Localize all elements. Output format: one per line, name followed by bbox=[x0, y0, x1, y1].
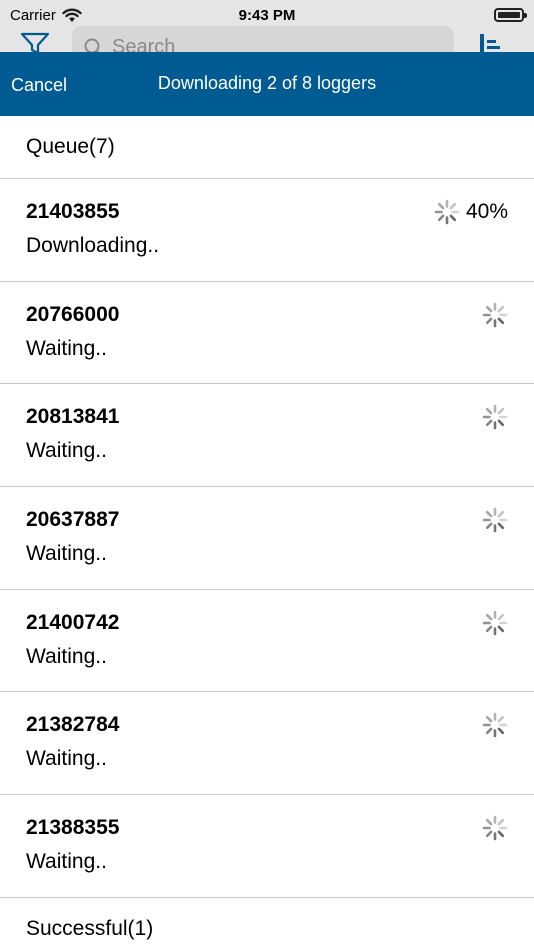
logger-id: 20637887 bbox=[26, 508, 120, 532]
battery-icon bbox=[494, 8, 527, 22]
logger-status: Waiting.. bbox=[26, 542, 107, 566]
logger-status: Downloading.. bbox=[26, 234, 160, 257]
logger-id: 21388355 bbox=[26, 816, 120, 840]
logger-id: 20766000 bbox=[26, 302, 120, 326]
logger-id: 21400742 bbox=[26, 610, 120, 634]
background-search-bar: Search bbox=[0, 24, 534, 54]
nav-title: Downloading 2 of 8 loggers bbox=[157, 73, 377, 93]
spinner-icon bbox=[482, 815, 508, 841]
queue-row[interactable]: 20766000 Waiting.. bbox=[0, 281, 534, 385]
logger-status: Waiting.. bbox=[26, 747, 107, 771]
wifi-icon bbox=[62, 8, 82, 22]
successful-section-header: Successful(1) bbox=[0, 897, 534, 950]
download-nav-bar: Cancel Downloading 2 of 8 loggers bbox=[0, 52, 534, 116]
download-list: Queue(7) 21403855 Downloading.. 40% 2076… bbox=[0, 116, 534, 950]
spinner-icon bbox=[482, 405, 508, 430]
spinner-icon bbox=[482, 713, 508, 738]
spinner-icon bbox=[482, 302, 508, 327]
logger-id: 20813841 bbox=[26, 405, 120, 429]
row-activity bbox=[482, 507, 508, 533]
logger-status: Waiting.. bbox=[26, 439, 107, 463]
queue-section-header: Queue(7) bbox=[0, 116, 534, 179]
row-activity: 40% bbox=[434, 199, 508, 225]
spinner-icon bbox=[434, 199, 460, 225]
queue-row[interactable]: 21400742 Waiting.. bbox=[0, 589, 534, 693]
queue-row[interactable]: 21403855 Downloading.. 40% bbox=[0, 179, 534, 282]
logger-status: Waiting.. bbox=[26, 850, 107, 874]
row-activity bbox=[482, 404, 508, 430]
spinner-icon bbox=[482, 610, 508, 636]
download-progress: 40% bbox=[465, 200, 508, 223]
logger-status: Waiting.. bbox=[26, 336, 107, 360]
row-activity bbox=[482, 302, 508, 328]
cancel-button[interactable]: Cancel bbox=[11, 75, 67, 96]
search-field: Search bbox=[72, 26, 454, 54]
logger-id: 21403855 bbox=[26, 200, 120, 223]
carrier-label: Carrier bbox=[10, 6, 56, 24]
sort-icon bbox=[480, 34, 500, 54]
spinner-icon bbox=[482, 507, 508, 533]
status-left: Carrier bbox=[10, 7, 82, 24]
queue-row[interactable]: 21388355 Waiting.. bbox=[0, 795, 534, 898]
queue-row[interactable]: 20813841 Waiting.. bbox=[0, 384, 534, 488]
queue-row[interactable]: 21382784 Waiting.. bbox=[0, 692, 534, 796]
logger-id: 21382784 bbox=[26, 713, 120, 737]
row-activity bbox=[482, 815, 508, 841]
queue-row[interactable]: 20637887 Waiting.. bbox=[0, 487, 534, 590]
row-activity bbox=[482, 712, 508, 738]
logger-status: Waiting.. bbox=[26, 644, 107, 668]
row-activity bbox=[482, 610, 508, 636]
filter-icon bbox=[20, 32, 50, 54]
